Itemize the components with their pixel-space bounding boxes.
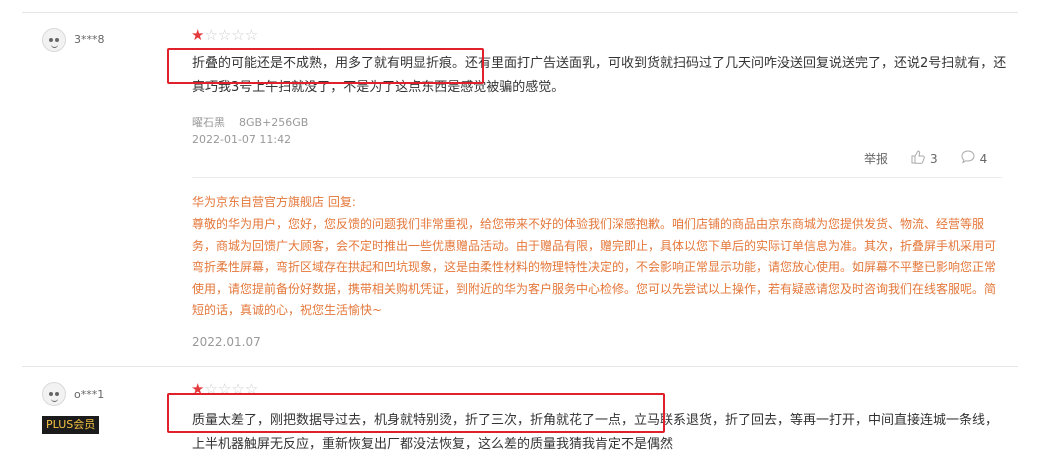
variant-color: 曜石黑 [192,116,225,129]
product-variant: 曜石黑 8GB+256GB [192,114,322,130]
review-actions: 举报 3 4 [864,149,987,168]
reply-date: 2022.01.07 [192,335,261,349]
seller-reply-body: 尊敬的华为用户，您好，您反馈的问题我们非常重视，给您带来不好的体验我们深感抱歉。… [192,217,997,317]
username[interactable]: o***1 [74,388,104,401]
like-button[interactable]: 3 [910,149,938,168]
top-divider [22,12,1018,13]
user-avatar[interactable] [42,382,66,406]
review-divider [22,366,1018,367]
review-datetime: 2022-01-07 11:42 [192,133,292,146]
highlight-box [167,393,665,433]
variant-spec: 8GB+256GB [239,116,309,129]
thumbs-up-icon [910,149,926,168]
report-button[interactable]: 举报 [864,150,888,167]
username[interactable]: 3***8 [74,33,105,46]
star-filled-icon: ★ [191,26,205,44]
comment-icon [960,149,976,168]
reply-divider [192,177,1002,178]
report-label: 举报 [864,152,889,166]
highlight-box [167,48,484,84]
seller-reply-header: 华为京东自营官方旗舰店 回复: [192,195,356,209]
user-avatar[interactable] [42,28,66,52]
comment-button[interactable]: 4 [960,149,988,168]
star-rating: ★☆☆☆☆ [191,27,258,43]
plus-member-badge: PLUS会员 [42,416,100,434]
like-count: 3 [930,151,938,166]
star-empty-icon: ☆☆☆☆ [204,26,259,44]
comment-count: 4 [979,151,988,166]
